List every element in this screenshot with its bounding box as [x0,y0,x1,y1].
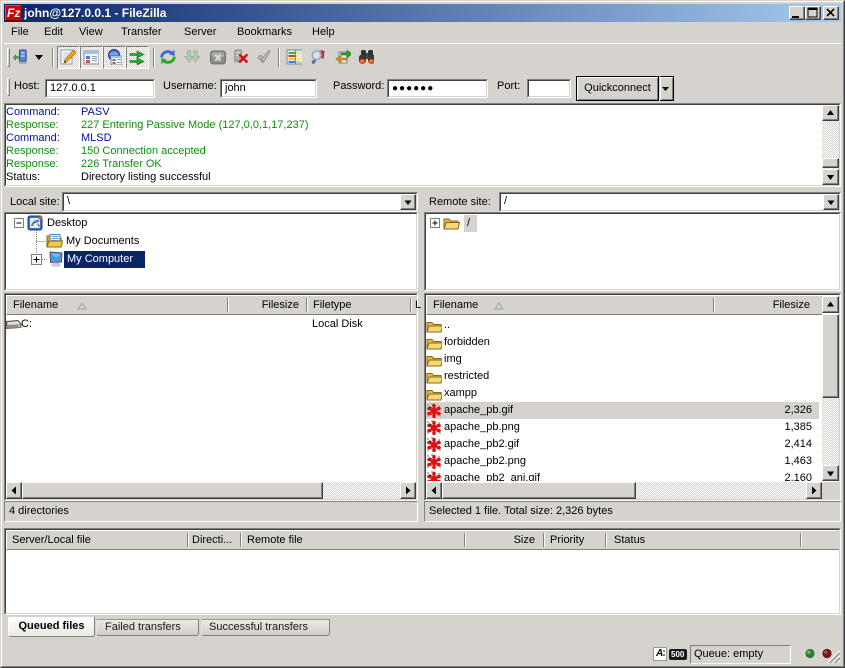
svg-text:Fz: Fz [7,6,20,20]
